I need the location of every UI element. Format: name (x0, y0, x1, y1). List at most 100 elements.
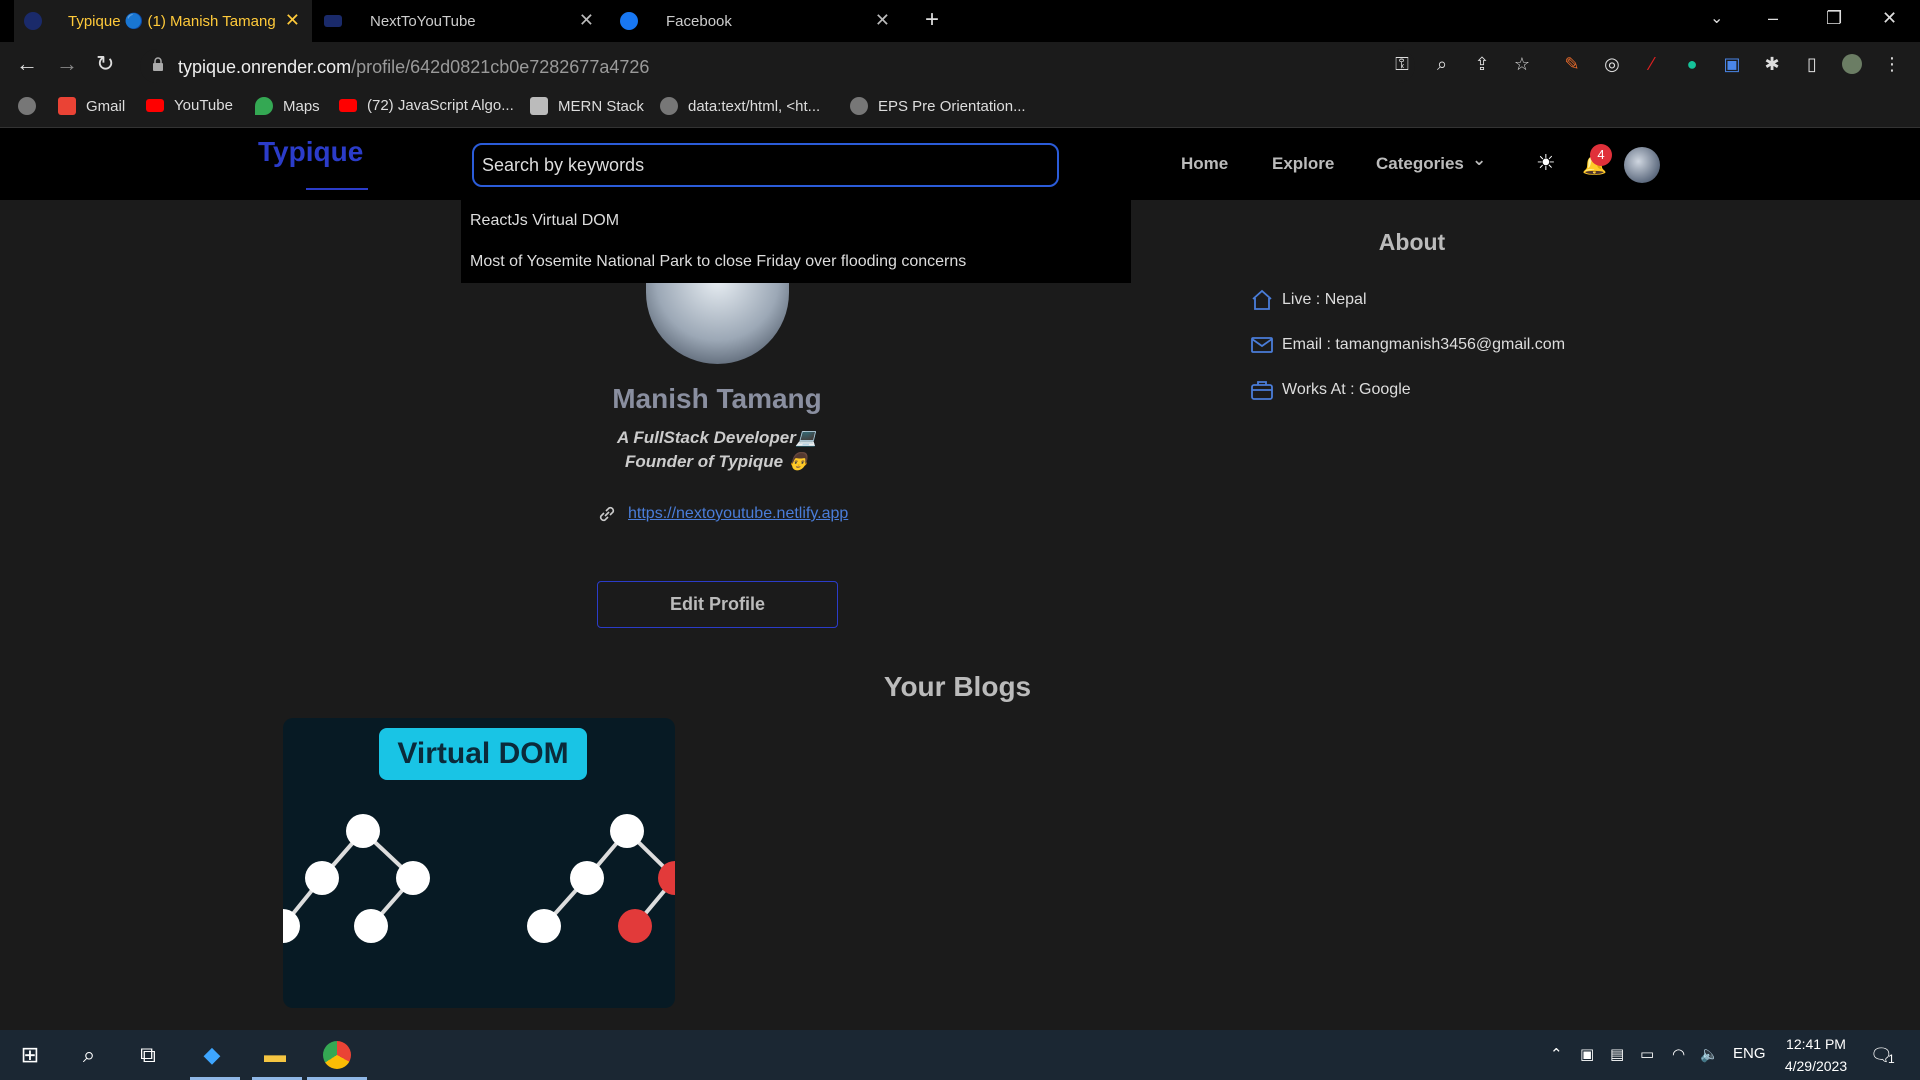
app-navbar: Typique Home Explore Categories ⌄ ☀ 🔔 4 (0, 128, 1920, 200)
notification-badge: 4 (1590, 144, 1612, 166)
bookmark-maps[interactable]: Maps (255, 97, 320, 115)
notification-count: 1 (1888, 1052, 1895, 1066)
browser-toolbar: ← → ↻ typique.onrender.com/profile/642d0… (0, 42, 1920, 88)
windows-taskbar: ⊞ ⌕ ⧉ ◆ ▬ ⌃ ▣ ▤ ▭ ◠ 🔈 ENG 12:41 PM 4/29/… (0, 1030, 1920, 1080)
browser-tab-bar: Typique 🔵 (1) Manish Tamang ✕ NextToYouT… (0, 0, 1920, 42)
search-result-item[interactable]: ReactJs Virtual DOM (470, 212, 619, 230)
tab-title: Facebook (666, 12, 732, 30)
address-bar[interactable]: typique.onrender.com/profile/642d0821cb0… (140, 49, 1415, 83)
home-icon (1252, 289, 1272, 310)
edit-profile-button[interactable]: Edit Profile (597, 581, 838, 628)
tab-title: Typique 🔵 (1) Manish Tamang (68, 13, 276, 30)
blog-card[interactable]: Virtual DOM (283, 718, 675, 1008)
search-icon[interactable]: ⌕ (72, 1038, 106, 1072)
battery-icon[interactable]: ▭ (1640, 1045, 1654, 1063)
language-indicator[interactable]: ENG (1733, 1045, 1766, 1062)
globe-icon (850, 97, 868, 115)
windows-start-icon[interactable]: ⊞ (13, 1038, 47, 1072)
facebook-favicon-icon (620, 12, 638, 30)
gmail-icon (58, 97, 76, 115)
task-view-icon[interactable]: ⧉ (131, 1038, 165, 1072)
file-explorer-icon[interactable]: ▬ (258, 1038, 292, 1072)
vscode-icon[interactable]: ◆ (195, 1038, 229, 1072)
search-result-item[interactable]: Most of Yosemite National Park to close … (470, 253, 966, 271)
link-icon (599, 506, 615, 522)
bookmark-javascript-algo[interactable]: (72) JavaScript Algo... (339, 97, 514, 114)
bookmark-mern-stack[interactable]: MERN Stack (530, 97, 644, 115)
bookmark-star-icon[interactable]: ☆ (1512, 54, 1532, 74)
profile-bio-line2: Founder of Typique 👨 (625, 452, 809, 471)
grammarly-icon[interactable]: ● (1682, 54, 1702, 74)
tray-meet-icon[interactable]: ▣ (1580, 1045, 1594, 1063)
youtube-icon (339, 99, 357, 112)
extensions-icon[interactable]: ✱ (1762, 54, 1782, 74)
tab-nexttoyoutube[interactable]: NextToYouTube ✕ (316, 0, 606, 42)
zoom-icon[interactable]: ⌕ (1432, 54, 1452, 74)
forward-icon[interactable]: → (56, 51, 78, 77)
bookmarks-bar: Gmail YouTube Maps (72) JavaScript Algo.… (0, 88, 1920, 128)
tab-typique[interactable]: Typique 🔵 (1) Manish Tamang ✕ (14, 0, 312, 42)
close-window-icon[interactable]: ✕ (1882, 8, 1897, 29)
reload-icon[interactable]: ↻ (96, 51, 114, 77)
chevron-down-icon[interactable]: ⌄ (1472, 150, 1486, 170)
typique-logo[interactable]: Typique (258, 136, 363, 168)
maps-icon (255, 97, 273, 115)
profile-website-link[interactable]: https://nextoyoutube.netlify.app (628, 505, 848, 523)
globe-icon (660, 97, 678, 115)
back-icon[interactable]: ← (16, 51, 38, 77)
target-extension-icon[interactable]: ◎ (1602, 54, 1622, 74)
close-tab-icon[interactable]: ✕ (285, 10, 300, 31)
about-title: About (1378, 229, 1446, 255)
bookmark-youtube[interactable]: YouTube (146, 97, 233, 114)
search-results-dropdown: ReactJs Virtual DOM Most of Yosemite Nat… (461, 200, 1131, 283)
tab-title: NextToYouTube (370, 12, 476, 30)
volume-icon[interactable]: 🔈 (1700, 1045, 1719, 1063)
folder-icon (530, 97, 548, 115)
profile-bio-line1: A FullStack Developer💻 (616, 428, 818, 447)
close-tab-icon[interactable]: ✕ (875, 10, 890, 31)
logo-underline (306, 188, 368, 190)
nav-explore[interactable]: Explore (1272, 154, 1334, 174)
tab-facebook[interactable]: Facebook ✕ (612, 0, 902, 42)
share-icon[interactable]: ⇪ (1472, 54, 1492, 74)
apps-icon[interactable] (18, 97, 46, 115)
close-tab-icon[interactable]: ✕ (579, 10, 594, 31)
lock-icon (153, 57, 163, 71)
tree-diagram-image (283, 814, 675, 943)
youtube-icon (146, 99, 164, 112)
nexttoyoutube-favicon-icon (324, 15, 342, 27)
key-icon[interactable]: ⚿ (1392, 54, 1412, 74)
wifi-icon[interactable]: ◠ (1672, 1045, 1685, 1063)
profile-name: Manish Tamang (612, 383, 822, 414)
tab-search-icon[interactable]: ⌄ (1710, 8, 1723, 28)
menu-icon[interactable]: ⋮ (1882, 54, 1902, 74)
profile-icon[interactable] (1842, 54, 1862, 74)
minimize-icon[interactable]: – (1768, 8, 1778, 29)
nav-categories[interactable]: Categories (1376, 154, 1464, 174)
taskbar-clock[interactable]: 12:41 PM 4/29/2023 (1772, 1033, 1860, 1077)
new-tab-icon[interactable]: + (925, 6, 939, 34)
nav-home[interactable]: Home (1181, 154, 1228, 174)
tray-chevron-icon[interactable]: ⌃ (1550, 1045, 1563, 1063)
about-email: Email : tamangmanish3456@gmail.com (1250, 333, 1565, 357)
about-works: Works At : Google (1250, 378, 1411, 402)
bookmark-data-html[interactable]: data:text/html, <ht... (660, 97, 820, 115)
red-extension-icon[interactable]: ⁄ (1642, 54, 1662, 74)
theme-toggle-sun-icon[interactable]: ☀ (1536, 150, 1556, 176)
url-text: typique.onrender.com/profile/642d0821cb0… (178, 57, 650, 77)
user-avatar[interactable] (1624, 147, 1660, 183)
your-blogs-title: Your Blogs (883, 671, 1032, 702)
pen-extension-icon[interactable]: ✎ (1562, 54, 1582, 74)
search-input[interactable] (472, 143, 1059, 187)
tray-network-icon[interactable]: ▤ (1610, 1045, 1624, 1063)
chrome-icon[interactable] (320, 1038, 354, 1072)
page-viewport: Typique Home Explore Categories ⌄ ☀ 🔔 4 … (0, 128, 1920, 1030)
briefcase-icon (1251, 381, 1273, 400)
restore-icon[interactable]: ❐ (1826, 8, 1842, 29)
typique-favicon-icon (24, 12, 42, 30)
about-live: Live : Nepal (1250, 288, 1367, 312)
translate-icon[interactable]: ▣ (1722, 54, 1742, 74)
bookmark-eps[interactable]: EPS Pre Orientation... (850, 97, 1026, 115)
side-panel-icon[interactable]: ▯ (1802, 54, 1822, 74)
bookmark-gmail[interactable]: Gmail (58, 97, 125, 115)
